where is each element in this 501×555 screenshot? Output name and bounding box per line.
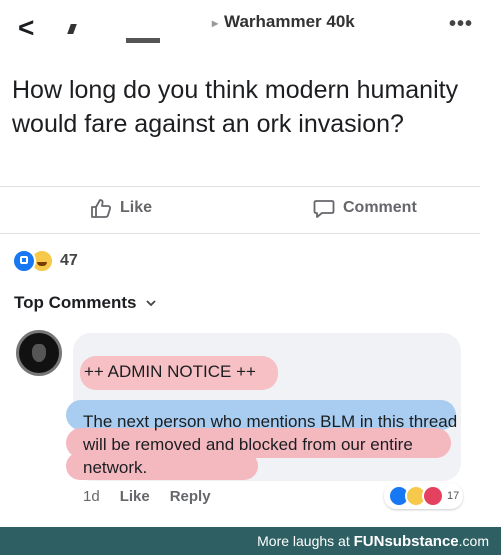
- watermark-brand: FUNsubstance: [353, 533, 459, 550]
- comment-label: Comment: [343, 199, 417, 216]
- like-label: Like: [120, 199, 153, 216]
- love-reaction-icon: [422, 485, 444, 507]
- watermark-footer: More laughs at FUNsubstance.com: [0, 527, 501, 555]
- chevron-down-icon: [146, 300, 157, 307]
- more-options-icon[interactable]: •••: [449, 13, 473, 36]
- comment-text: The next person who mentions BLM in this…: [83, 412, 458, 477]
- comment-button[interactable]: Comment: [313, 198, 417, 218]
- post-text: How long do you think modern humanity wo…: [12, 76, 459, 138]
- divider: [0, 186, 480, 187]
- watermark-suffix: .com: [458, 533, 489, 549]
- like-reaction-icon: [12, 249, 36, 273]
- comment-reaction-count: 17: [447, 490, 460, 502]
- top-bar: < ▸ Warhammer 40k •••: [0, 0, 501, 58]
- group-breadcrumb[interactable]: ▸ Warhammer 40k: [212, 12, 355, 32]
- screen-smudge: [126, 38, 160, 43]
- like-button[interactable]: Like: [90, 198, 152, 218]
- chevron-left-icon[interactable]: <: [18, 14, 34, 42]
- admin-notice: ++ ADMIN NOTICE ++: [84, 362, 256, 381]
- comment-reaction-summary[interactable]: 17: [384, 483, 464, 509]
- top-comments-label: Top Comments: [14, 293, 137, 312]
- screen-smudge: [67, 24, 77, 34]
- comment-like-button[interactable]: Like: [120, 488, 150, 505]
- comment-reply-button[interactable]: Reply: [170, 488, 211, 505]
- comment-bubble-icon: [313, 200, 335, 218]
- reaction-count: 47: [60, 252, 78, 269]
- avatar[interactable]: [16, 330, 62, 376]
- reaction-summary[interactable]: 47: [12, 249, 78, 273]
- thumbs-up-icon: [91, 199, 112, 218]
- watermark-prefix: More laughs at: [257, 533, 354, 549]
- divider: [0, 233, 480, 234]
- top-comments-filter[interactable]: Top Comments: [14, 293, 157, 313]
- comment-time[interactable]: 1d: [83, 488, 100, 505]
- comment-meta: 1d Like Reply: [83, 488, 211, 505]
- group-name[interactable]: Warhammer 40k: [224, 12, 355, 31]
- watermark-text: More laughs at FUNsubstance.com: [257, 533, 489, 550]
- caret-right-icon: ▸: [212, 16, 219, 30]
